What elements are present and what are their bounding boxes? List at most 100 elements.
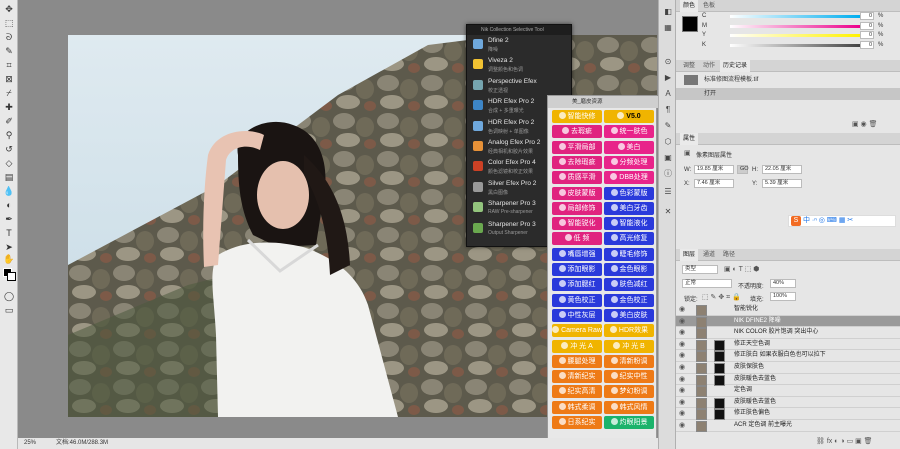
color-swatch-preview[interactable] xyxy=(682,16,698,32)
tab-history[interactable]: 历史记录 xyxy=(720,60,751,72)
retouch-action-button[interactable]: 统一肤色 xyxy=(604,125,654,139)
y-field[interactable]: 5.39 厘米 xyxy=(762,179,802,188)
layer-name[interactable]: 定色调 xyxy=(734,385,752,397)
pen-tool-icon[interactable]: ✒ xyxy=(2,213,16,225)
retouch-action-button[interactable]: 韩式柔调 xyxy=(552,400,602,414)
visibility-eye-icon[interactable]: ◉ xyxy=(679,362,685,374)
retouch-action-button[interactable]: HDR效果 xyxy=(604,324,654,338)
adjustments-panel-icon[interactable]: ⊙ xyxy=(662,56,674,68)
retouch-action-button[interactable]: 平滑局部 xyxy=(552,140,602,154)
layer-name[interactable]: 智能锐化 xyxy=(734,304,758,316)
color-slider-track[interactable] xyxy=(730,34,860,37)
retouch-action-button[interactable]: 日系纪实 xyxy=(552,416,602,429)
hand-tool-icon[interactable]: ✋ xyxy=(2,253,16,265)
blur-tool-icon[interactable]: 💧 xyxy=(2,185,16,197)
retouch-action-button[interactable]: 低 频 xyxy=(552,232,602,246)
brush-tool-icon[interactable]: ✐ xyxy=(2,115,16,127)
height-field[interactable]: 22.05 厘米 xyxy=(762,165,802,174)
opacity-field[interactable]: 40% xyxy=(770,279,796,288)
retouch-action-button[interactable]: 局部修饰 xyxy=(552,201,602,215)
retouch-action-button[interactable]: 皮肤蒙版 xyxy=(552,186,602,200)
eraser-tool-icon[interactable]: ◇ xyxy=(2,157,16,169)
layer-mask-thumbnail[interactable] xyxy=(714,397,725,409)
crop-tool-icon[interactable]: ⌗ xyxy=(2,59,16,71)
retouch-action-button[interactable]: 中性灰层 xyxy=(552,308,602,322)
color-slider-track[interactable] xyxy=(730,15,860,18)
layer-mask-thumbnail[interactable] xyxy=(714,351,725,363)
lasso-tool-icon[interactable]: ᘐ xyxy=(2,31,16,43)
tab-properties[interactable]: 属性 xyxy=(680,133,699,145)
history-snapshot[interactable]: 标准修图流程模板.tif xyxy=(676,74,900,86)
retouch-action-button[interactable]: 腰腿处理 xyxy=(552,354,602,368)
layer-row[interactable]: ◉ NIK DFINE2 降噪 xyxy=(676,315,900,328)
tab-layers[interactable]: 图层 xyxy=(680,249,699,261)
retouch-action-button[interactable]: 梦幻粉调 xyxy=(604,385,654,399)
retouch-action-button[interactable]: 添加腮红 xyxy=(552,278,602,292)
tab-channels[interactable]: 通道 xyxy=(700,249,718,261)
retouch-action-button[interactable]: 嘴唇增强 xyxy=(552,247,602,261)
fill-field[interactable]: 100% xyxy=(770,292,796,301)
color-slider-track[interactable] xyxy=(730,24,860,28)
retouch-action-button[interactable]: 分频处理 xyxy=(604,155,654,169)
gradient-tool-icon[interactable]: ▤ xyxy=(2,171,16,183)
retouch-action-button[interactable]: 质感平滑 xyxy=(552,171,602,185)
layer-filter-icons[interactable]: ▣ ◐ T ⬚ ⬢ xyxy=(724,265,759,273)
retouch-action-button[interactable]: 睫毛修饰 xyxy=(604,247,654,261)
retouch-action-button[interactable]: 添加眼影 xyxy=(552,263,602,276)
layer-row[interactable]: ◉ 定色调 xyxy=(676,385,900,398)
retouch-action-button[interactable]: 韩式风情 xyxy=(604,400,654,414)
type-tool-icon[interactable]: T xyxy=(2,227,16,239)
plugin-panel-icon[interactable]: ✕ xyxy=(662,206,674,218)
color-channel-value[interactable]: 0 xyxy=(860,40,874,49)
blend-mode-select[interactable]: 正常 xyxy=(682,279,732,288)
retouch-action-button[interactable]: 肤色减红 xyxy=(604,278,654,292)
visibility-eye-icon[interactable]: ◉ xyxy=(679,385,685,397)
quick-select-tool-icon[interactable]: ✎ xyxy=(2,45,16,57)
nik-item[interactable]: Perspective Efex 校正透视 xyxy=(467,76,571,96)
background-color-swatch[interactable] xyxy=(7,272,16,281)
channels-icon[interactable]: ☰ xyxy=(662,186,674,198)
color-channel-value[interactable]: 0 xyxy=(860,12,874,20)
visibility-eye-icon[interactable]: ◉ xyxy=(679,374,685,386)
3d-panel-icon[interactable]: ⬡ xyxy=(662,136,674,148)
retouch-action-button[interactable]: 高光修复 xyxy=(604,232,654,246)
zoom-level[interactable]: 25% xyxy=(24,438,36,449)
layer-name[interactable]: 皮肤暖色去蓝色 xyxy=(734,374,776,386)
layer-mask-thumbnail[interactable] xyxy=(714,339,725,351)
eyedropper-tool-icon[interactable]: ⌿ xyxy=(2,87,16,99)
retouch-action-button[interactable]: 智能液化 xyxy=(604,217,654,231)
layer-name[interactable]: 皮肤暖色去蓝色 xyxy=(734,397,776,409)
swatches-panel-icon[interactable]: ▦ xyxy=(662,22,674,34)
retouch-action-button[interactable]: DBB处理 xyxy=(604,171,654,185)
retouch-action-button[interactable]: 智能快修 xyxy=(552,110,602,123)
marquee-tool-icon[interactable]: ⬚ xyxy=(2,17,16,29)
visibility-eye-icon[interactable]: ◉ xyxy=(679,304,685,316)
ime-toolbar[interactable]: S 中 ·ⁿ ◎ ⌨ ▦ ✂ xyxy=(788,215,896,227)
layer-row[interactable]: ◉ 修正天空色调 xyxy=(676,339,900,351)
layer-name[interactable]: 修正天空色调 xyxy=(734,339,770,351)
dodge-tool-icon[interactable]: ◐ xyxy=(2,199,16,211)
screen-mode-icon[interactable]: ▭ xyxy=(2,304,16,316)
text-panel-icon[interactable]: A xyxy=(662,88,674,100)
color-slider[interactable]: C 0% xyxy=(702,12,900,21)
layer-row[interactable]: ◉ 皮肤暖色去蓝色 xyxy=(676,374,900,386)
retouch-action-button[interactable]: 去瑕疵 xyxy=(552,125,602,139)
retouch-action-button[interactable]: 冲 光 B xyxy=(604,339,654,353)
retouch-action-button[interactable]: 美白 xyxy=(604,140,654,154)
x-field[interactable]: 7.46 厘米 xyxy=(694,179,734,188)
paragraph-panel-icon[interactable]: ¶ xyxy=(662,104,674,116)
layer-kind-filter[interactable]: 类型 xyxy=(682,265,718,274)
layer-row[interactable]: ◉ 智能锐化 xyxy=(676,304,900,316)
visibility-eye-icon[interactable]: ◉ xyxy=(679,420,685,432)
retouch-action-button[interactable]: 智能锐化 xyxy=(552,217,602,231)
color-panel-icon[interactable]: ◧ xyxy=(662,6,674,18)
sogou-icon[interactable]: S xyxy=(791,216,801,226)
retouch-action-button[interactable]: 美白皮肤 xyxy=(604,308,654,322)
layer-mask-thumbnail[interactable] xyxy=(714,409,725,421)
info-panel-icon[interactable]: ⓘ xyxy=(662,168,674,180)
color-slider[interactable]: M 0% xyxy=(702,21,900,31)
layer-row[interactable]: ◉ 皮肤暖色去蓝色 xyxy=(676,397,900,409)
retouch-action-button[interactable]: 清新粉调 xyxy=(604,354,654,368)
retouch-action-button[interactable]: 纪实高清 xyxy=(552,385,602,399)
lock-icons[interactable]: ⬚ ✎ ✥ ⌗ 🔒 xyxy=(702,293,741,302)
